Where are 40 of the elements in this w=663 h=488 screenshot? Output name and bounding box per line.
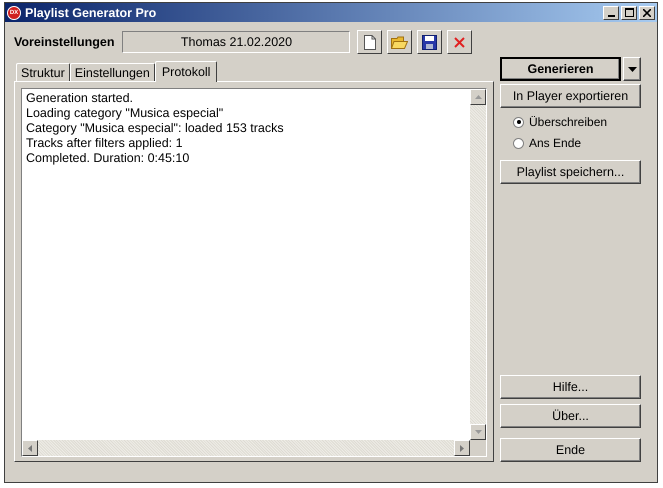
scroll-right-icon[interactable] (454, 440, 470, 456)
log-line: Category "Musica especial": loaded 153 tracks (26, 121, 285, 136)
log-line: Tracks after filters applied: 1 (26, 136, 184, 151)
log-line: Completed. Duration: 0:45:10 (26, 151, 190, 166)
dialog-button[interactable]: Ende (500, 438, 641, 462)
dialog-button[interactable]: Über... (500, 404, 641, 428)
save-playlist-button[interactable]: Playlist speichern... (500, 160, 641, 184)
presets-label: Voreinstellungen (14, 35, 114, 49)
radio-label: Überschreiben (529, 115, 608, 129)
vertical-scrollbar[interactable] (470, 89, 486, 440)
window-title: Playlist Generator Pro (25, 6, 158, 20)
log-line: Generation started. (26, 91, 134, 106)
scroll-down-icon[interactable] (470, 424, 486, 440)
radio-button[interactable] (513, 116, 524, 128)
tab[interactable]: Protokoll (154, 61, 218, 82)
tab[interactable]: Struktur (16, 63, 70, 81)
dropdown-button[interactable] (623, 57, 641, 81)
maximize-icon (624, 8, 634, 17)
delete-icon[interactable] (447, 30, 472, 54)
scrollbar-corner (470, 440, 486, 456)
radio-label: Ans Ende (529, 136, 582, 150)
caret-icon (628, 66, 636, 72)
log-line: Loading category "Musica especial" (26, 106, 224, 121)
preset-field[interactable]: Thomas 21.02.2020 (122, 31, 350, 53)
maximize-button[interactable] (621, 6, 637, 20)
close-button[interactable] (639, 6, 655, 20)
minimize-button[interactable] (603, 6, 619, 20)
folder-icon[interactable] (387, 30, 412, 54)
export-button[interactable]: In Player exportieren (500, 84, 641, 108)
tab[interactable]: Einstellungen (70, 63, 155, 81)
minimize-icon (608, 14, 614, 16)
scroll-up-icon[interactable] (470, 89, 486, 105)
scroll-left-icon[interactable] (22, 440, 38, 456)
dialog-button[interactable]: Hilfe... (500, 375, 641, 399)
close-icon (643, 8, 651, 16)
horizontal-scrollbar[interactable] (22, 440, 470, 456)
save-icon[interactable] (417, 30, 442, 54)
generate-button[interactable]: Generieren (500, 57, 621, 81)
new-file-icon[interactable] (357, 30, 382, 54)
radio-button[interactable] (513, 138, 524, 148)
